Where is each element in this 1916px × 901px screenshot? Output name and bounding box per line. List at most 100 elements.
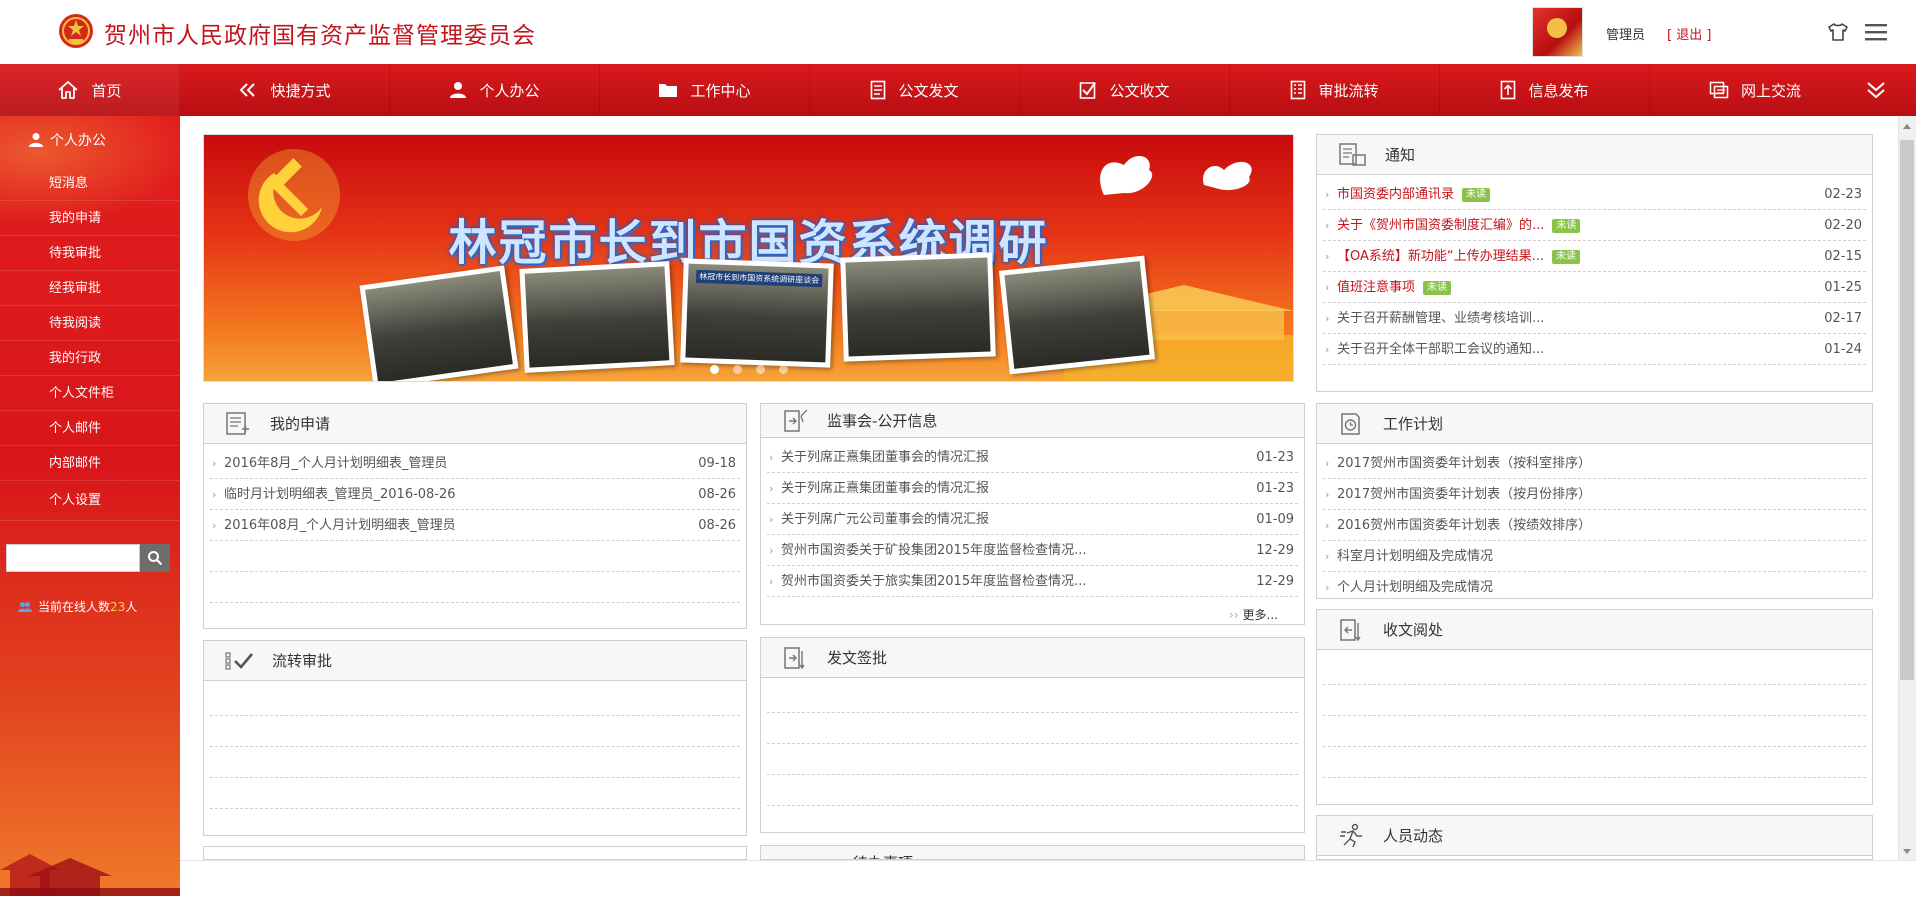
sidebar-title[interactable]: 个人办公 — [28, 130, 106, 150]
carousel-dot[interactable] — [778, 365, 788, 374]
nav-label: 快捷方式 — [270, 81, 331, 100]
list-item[interactable]: › 临时月计划明细表_管理员_2016-08-26 08-26 — [210, 479, 740, 510]
sidebar-item-pending-approval[interactable]: 待我审批 — [0, 236, 180, 271]
list-item-date: 02-15 — [1824, 249, 1862, 264]
list-item[interactable]: › 2016年8月_个人月计划明细表_管理员 09-18 — [210, 448, 740, 479]
list-item-text: 关于列席正熹集团董事会的情况汇报 — [781, 450, 990, 465]
panel-header: 发文签批 — [761, 638, 1304, 678]
sidebar-item-my-admin[interactable]: 我的行政 — [0, 341, 180, 376]
list-item-text: 关于列席正熹集团董事会的情况汇报 — [781, 481, 990, 496]
nav-work-center[interactable]: 工作中心 — [600, 64, 810, 116]
scrollbar-thumb[interactable] — [1900, 140, 1914, 680]
sidebar-title-label: 个人办公 — [50, 133, 106, 149]
list-item — [1323, 654, 1866, 685]
sidebar-item-messages[interactable]: 短消息 — [0, 166, 180, 201]
list-item[interactable]: › 关于列席广元公司董事会的情况汇报 01-09 — [767, 504, 1298, 535]
nav-info-publish[interactable]: 信息发布 — [1440, 64, 1650, 116]
list-item[interactable]: › 贺州市国资委关于矿投集团2015年度监督检查情况... 12-29 — [767, 535, 1298, 566]
chevron-right-icon: › — [1325, 312, 1330, 325]
hamburger-menu-icon[interactable] — [1862, 18, 1890, 46]
nav-doc-receive[interactable]: 公文收文 — [1020, 64, 1230, 116]
logout-link[interactable]: [ 退出 ] — [1667, 24, 1711, 43]
panel-header: 待办事项 — [761, 846, 1304, 859]
list-item[interactable]: › 关于召开薪酬管理、业绩考核培训... 02-17 — [1323, 303, 1866, 334]
sidebar-item-settings[interactable]: 个人设置 — [0, 481, 180, 521]
clock-document-icon — [1341, 412, 1360, 435]
sidebar-item-pending-read[interactable]: 待我阅读 — [0, 306, 180, 341]
list-item[interactable]: › 个人月计划明细及完成情况 — [1323, 572, 1866, 598]
unread-badge: 未读 — [1423, 280, 1452, 295]
list-item — [1323, 778, 1866, 804]
avatar[interactable] — [1532, 7, 1583, 57]
list-item[interactable]: › 关于列席正熹集团董事会的情况汇报 01-23 — [767, 473, 1298, 504]
list-item — [210, 716, 740, 747]
more-label: 更多... — [1242, 608, 1278, 622]
list-item — [767, 806, 1298, 832]
list-item[interactable]: › 关于列席正熹集团董事会的情况汇报 01-23 — [767, 442, 1298, 473]
carousel-dot[interactable] — [755, 365, 765, 374]
tshirt-icon[interactable] — [1826, 20, 1850, 44]
list-item[interactable]: › 关于召开全体干部职工会议的通知... 01-24 — [1323, 334, 1866, 365]
list-item-date: 01-25 — [1824, 280, 1862, 295]
sidebar-item-internal-mail[interactable]: 内部邮件 — [0, 446, 180, 481]
chevron-right-icon: › — [1325, 250, 1330, 263]
list-item[interactable]: › 关于《贺州市国资委制度汇编》的... 未读 02-20 — [1323, 210, 1866, 241]
list-item — [767, 744, 1298, 775]
list-item[interactable]: › 值班注意事项 未读 01-25 — [1323, 272, 1866, 303]
double-chevron-down-icon[interactable] — [1862, 77, 1890, 103]
nav-home[interactable]: 首页 — [0, 64, 180, 116]
list-item — [1323, 716, 1866, 747]
bottom-left-panel — [203, 846, 747, 860]
sidebar-item-my-apply[interactable]: 我的申请 — [0, 201, 180, 236]
nav-doc-send[interactable]: 公文发文 — [810, 64, 1020, 116]
list-item-date: 09-18 — [698, 456, 736, 471]
list-item — [210, 778, 740, 809]
sign-document-icon — [784, 409, 808, 432]
nav-label: 信息发布 — [1528, 81, 1589, 100]
sidebar-item-approved[interactable]: 经我审批 — [0, 271, 180, 306]
sidebar-item-personal-mail[interactable]: 个人邮件 — [0, 411, 180, 446]
nav-personal-office[interactable]: 个人办公 — [390, 64, 600, 116]
panel-header: 通知 — [1317, 135, 1872, 175]
carousel-dot[interactable] — [709, 365, 719, 374]
unread-badge: 未读 — [1462, 187, 1491, 202]
receive-document-icon — [1340, 618, 1361, 641]
notice-icon — [1339, 142, 1366, 166]
list-item[interactable]: › 2016年08月_个人月计划明细表_管理员 08-26 — [210, 510, 740, 541]
sidebar: 个人办公 短消息 我的申请 待我审批 经我审批 待我阅读 我的行政 个人文件柜 … — [0, 116, 180, 896]
nav-shortcut[interactable]: 快捷方式 — [180, 64, 390, 116]
list-item[interactable]: › 贺州市国资委关于旅实集团2015年度监督检查情况... 12-29 — [767, 566, 1298, 597]
receive-doc-panel: 收文阅处 — [1316, 609, 1873, 805]
sidebar-search-input[interactable] — [6, 544, 140, 572]
scroll-up-arrow-icon[interactable] — [1902, 122, 1912, 130]
scroll-down-arrow-icon[interactable] — [1902, 848, 1912, 856]
nav-label: 审批流转 — [1318, 81, 1379, 100]
sidebar-search-button[interactable] — [140, 544, 170, 572]
list-item[interactable]: › 2017贺州市国资委年计划表（按月份排序） — [1323, 479, 1866, 510]
notice-panel: 通知 › 市国资委内部通讯录 未读 02-23 › 关于《贺州市国资委制度汇编》的... 未… — [1316, 134, 1873, 392]
list-item[interactable]: › 【OA系统】新功能“上传办理结果... 未读 02-15 — [1323, 241, 1866, 272]
list-item — [210, 685, 740, 716]
header: 贺州市人民政府国有资产监督管理委员会 管理员 [ 退出 ] — [0, 0, 1916, 64]
list-item-date: 02-23 — [1824, 187, 1862, 202]
nav-approval-flow[interactable]: 审批流转 — [1230, 64, 1440, 116]
chevron-right-icon: › — [1325, 581, 1330, 594]
panel-title: 待办事项 — [853, 852, 913, 859]
sidebar-item-file-cabinet[interactable]: 个人文件柜 — [0, 376, 180, 411]
carousel-dot[interactable] — [732, 365, 742, 374]
list-item-date: 01-23 — [1256, 450, 1294, 465]
nav-online-exchange[interactable]: 网上交流 — [1650, 64, 1860, 116]
list-item — [210, 809, 740, 835]
nav-label: 首页 — [91, 81, 122, 100]
list-item-text: 值班注意事项 — [1337, 280, 1416, 295]
banner-carousel[interactable]: 林冠市长到市国资系统调研 林冠市长到市国资系统调研座谈会 — [203, 134, 1294, 382]
list-item[interactable]: › 科室月计划明细及完成情况 — [1323, 541, 1866, 572]
list-item[interactable]: › 2017贺州市国资委年计划表（按科室排序） — [1323, 448, 1866, 479]
panel-title: 发文签批 — [827, 649, 888, 667]
person-icon — [450, 82, 467, 98]
panel-title: 工作计划 — [1383, 415, 1444, 433]
banner-photo — [519, 261, 675, 373]
list-item[interactable]: › 2016贺州市国资委年计划表（按绩效排序） — [1323, 510, 1866, 541]
list-item[interactable]: › 市国资委内部通讯录 未读 02-23 — [1323, 179, 1866, 210]
more-link[interactable]: ›› 更多... — [1229, 606, 1278, 623]
